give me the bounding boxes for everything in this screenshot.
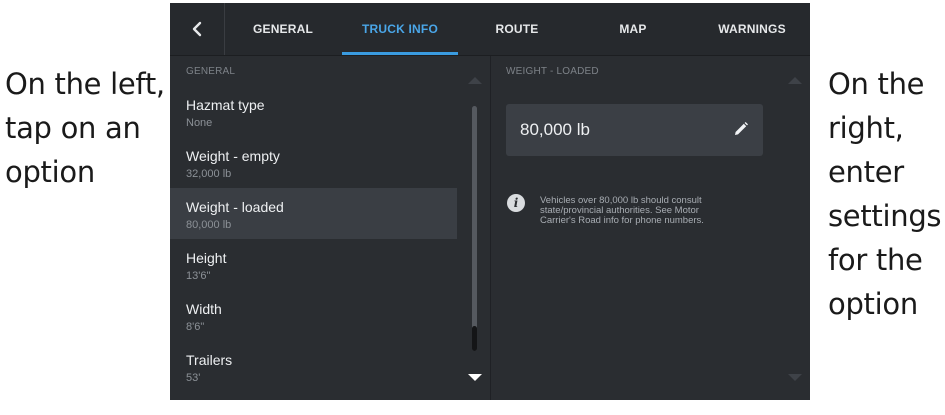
tab-route[interactable]: ROUTE (462, 3, 572, 55)
triangle-up-icon[interactable] (788, 77, 802, 84)
option-label: Hazmat type (186, 97, 265, 113)
setting-header: WEIGHT - LOADED (506, 66, 599, 77)
annotation-line: On the left, (5, 67, 165, 101)
option-label: Width (186, 301, 222, 317)
info-icon: i (507, 194, 525, 212)
weight-loaded-input[interactable]: 80,000 lb (506, 104, 763, 156)
info-line: Carrier's Road info for phone numbers. (540, 215, 704, 226)
triangle-down-icon[interactable] (468, 374, 482, 381)
device-screen: GENERAL TRUCK INFO ROUTE MAP WARNINGS GE… (170, 3, 810, 400)
annotation-line: for the (828, 243, 923, 277)
settings-scrollbar[interactable] (782, 56, 806, 400)
tab-general[interactable]: GENERAL (228, 3, 338, 55)
tab-warnings[interactable]: WARNINGS (694, 3, 810, 55)
option-value: 80,000 lb (186, 219, 232, 231)
option-weight-loaded[interactable]: Weight - loaded 80,000 lb (170, 188, 457, 239)
option-value: None (186, 117, 213, 129)
annotation-line: right, (828, 111, 904, 145)
option-width[interactable]: Width 8'6" (170, 290, 457, 341)
left-instruction-text: On the left, tap on an option (5, 62, 165, 194)
annotation-line: option (828, 287, 918, 321)
section-header: GENERAL (186, 66, 236, 77)
input-value: 80,000 lb (520, 120, 590, 139)
annotation-line: On the (828, 67, 925, 101)
tab-truck-info[interactable]: TRUCK INFO (342, 3, 458, 55)
triangle-down-icon[interactable] (788, 374, 802, 381)
tab-bar: GENERAL TRUCK INFO ROUTE MAP WARNINGS (170, 3, 810, 56)
option-label: Trailers (186, 352, 233, 368)
options-scrollbar[interactable] (462, 56, 486, 400)
chevron-left-icon (192, 21, 202, 37)
option-value: 13'6" (186, 270, 211, 282)
options-list-panel: GENERAL Hazmat type None Weight - empty … (170, 56, 457, 400)
option-value: 53' (186, 372, 201, 384)
annotation-line: enter (828, 155, 904, 189)
option-trailers[interactable]: Trailers 53' (170, 341, 457, 392)
scrollbar-track[interactable] (472, 106, 477, 351)
option-label: Weight - loaded (186, 199, 284, 215)
pencil-icon[interactable] (733, 121, 749, 137)
option-value: 8'6" (186, 321, 205, 333)
annotation-line: settings (828, 199, 942, 233)
back-button[interactable] (170, 3, 225, 55)
scrollbar-thumb[interactable] (472, 326, 477, 351)
option-label: Weight - empty (186, 148, 280, 164)
triangle-up-icon[interactable] (468, 77, 482, 84)
right-instruction-text: On the right, enter settings for the opt… (828, 62, 942, 326)
annotation-line: option (5, 155, 95, 189)
option-weight-empty[interactable]: Weight - empty 32,000 lb (170, 137, 457, 188)
option-height[interactable]: Height 13'6" (170, 239, 457, 290)
panel-divider (490, 56, 491, 400)
info-message: Vehicles over 80,000 lb should consult s… (540, 196, 740, 226)
option-hazmat-type[interactable]: Hazmat type None (170, 86, 457, 137)
option-label: Height (186, 250, 227, 266)
tab-map[interactable]: MAP (578, 3, 688, 55)
annotation-line: tap on an (5, 111, 141, 145)
option-value: 32,000 lb (186, 168, 232, 180)
